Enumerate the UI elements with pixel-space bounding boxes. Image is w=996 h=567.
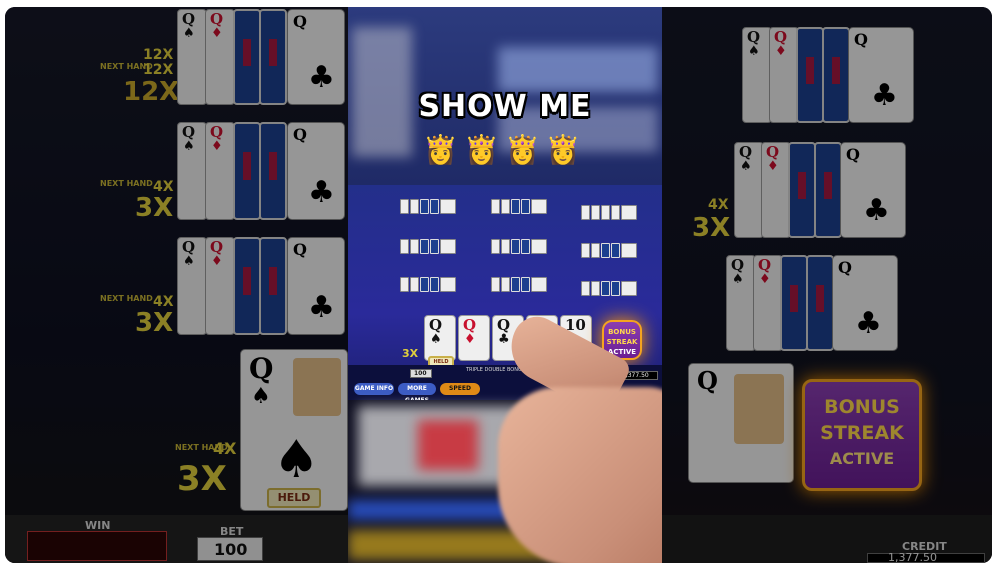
queen-emojis: 👸👸👸👸 [423, 133, 587, 166]
card-rank: Q [697, 366, 718, 395]
screen-bet-display: 100 [410, 369, 432, 378]
queen-portrait [293, 358, 341, 416]
card-back [259, 122, 287, 220]
card-back [259, 9, 287, 105]
multiplier-label: 4X [708, 197, 729, 213]
bonus-streak-badge: BONUS STREAK ACTIVE [802, 379, 922, 491]
card: Q ♠ [742, 27, 772, 123]
queen-card: Q ♣ [832, 255, 898, 351]
more-games-button[interactable]: MORE GAMES [398, 383, 436, 404]
next-hand-label: NEXT HAND [100, 179, 153, 188]
card: Q ♠ [177, 9, 207, 105]
queen-card: Q ♣ [840, 142, 906, 238]
multiplier-label: 4X [213, 439, 237, 458]
multiplier-big: 12X [123, 77, 180, 107]
held-indicator: HELD [267, 488, 321, 508]
main-queen-card: Q ♠ ♠ [240, 349, 348, 511]
hand-card[interactable]: Q ♠ [424, 315, 456, 361]
card: Q ♦ [205, 9, 235, 105]
card: Q ♠ [177, 237, 207, 335]
card-back [780, 255, 808, 351]
card-back [788, 142, 816, 238]
player-hand-blurred [498, 387, 662, 563]
left-background-panel: 12X NEXT HAND 12X 12X Q ♠ Q ♦ Q ♣ NEXT HAND… [5, 7, 348, 563]
card-back [259, 237, 287, 335]
game-title: TRIPLE DOUBLE BONUS [466, 367, 525, 373]
card-back [233, 122, 261, 220]
multiplier-label: 12X [143, 62, 174, 78]
queen-card: Q ♣ [287, 9, 345, 105]
card-back [806, 255, 834, 351]
card: Q ♦ [753, 255, 783, 351]
video-caption: SHOW ME [418, 89, 592, 124]
card-back [796, 27, 824, 123]
card-rank: Q [249, 352, 274, 385]
card: Q ♠ [734, 142, 764, 238]
card-back [822, 27, 850, 123]
credit-display: 1,377.50 [867, 551, 985, 563]
multiplier-small: 3X [402, 347, 419, 360]
bet-display: 100 [197, 537, 263, 561]
win-display [27, 531, 167, 561]
card-back [233, 9, 261, 105]
queen-portrait [734, 374, 784, 444]
center-video: SHOW ME 👸👸👸👸 3X Q ♠ Q ♦ Q ♣ 10 HELD BONU… [348, 7, 662, 563]
card: Q ♦ [205, 122, 235, 220]
multiplier-label: 12X [143, 47, 174, 63]
card: Q ♦ [769, 27, 799, 123]
next-hand-label: NEXT HAND [100, 294, 153, 303]
large-queen-card: Q [688, 363, 794, 483]
game-info-button[interactable]: GAME INFO [354, 383, 394, 395]
queen-card: Q ♣ [848, 27, 914, 123]
multiplier-big: 3X [692, 213, 731, 243]
speed-button[interactable]: SPEED [440, 383, 480, 395]
bet-value: 100 [214, 540, 248, 559]
queen-card: Q ♣ [287, 237, 345, 335]
card: Q ♠ [726, 255, 756, 351]
card: Q ♦ [205, 237, 235, 335]
card: Q ♦ [761, 142, 791, 238]
multiplier-big: 3X [135, 308, 174, 338]
multiplier-big: 3X [135, 193, 174, 223]
queen-card: Q ♣ [287, 122, 345, 220]
card-back [814, 142, 842, 238]
card: Q ♠ [177, 122, 207, 220]
multiplier-big: 3X [177, 459, 227, 499]
video-frame: 12X NEXT HAND 12X 12X Q ♠ Q ♦ Q ♣ NEXT HAND… [5, 7, 992, 563]
right-background-panel: Q ♠ Q ♦ Q ♣ 4X 3X Q ♠ Q ♦ Q ♣ Q ♠ Q ♦ Q ♣ Q BONUS… [662, 7, 992, 563]
card-back [233, 237, 261, 335]
hand-card[interactable]: Q ♦ [458, 315, 490, 361]
